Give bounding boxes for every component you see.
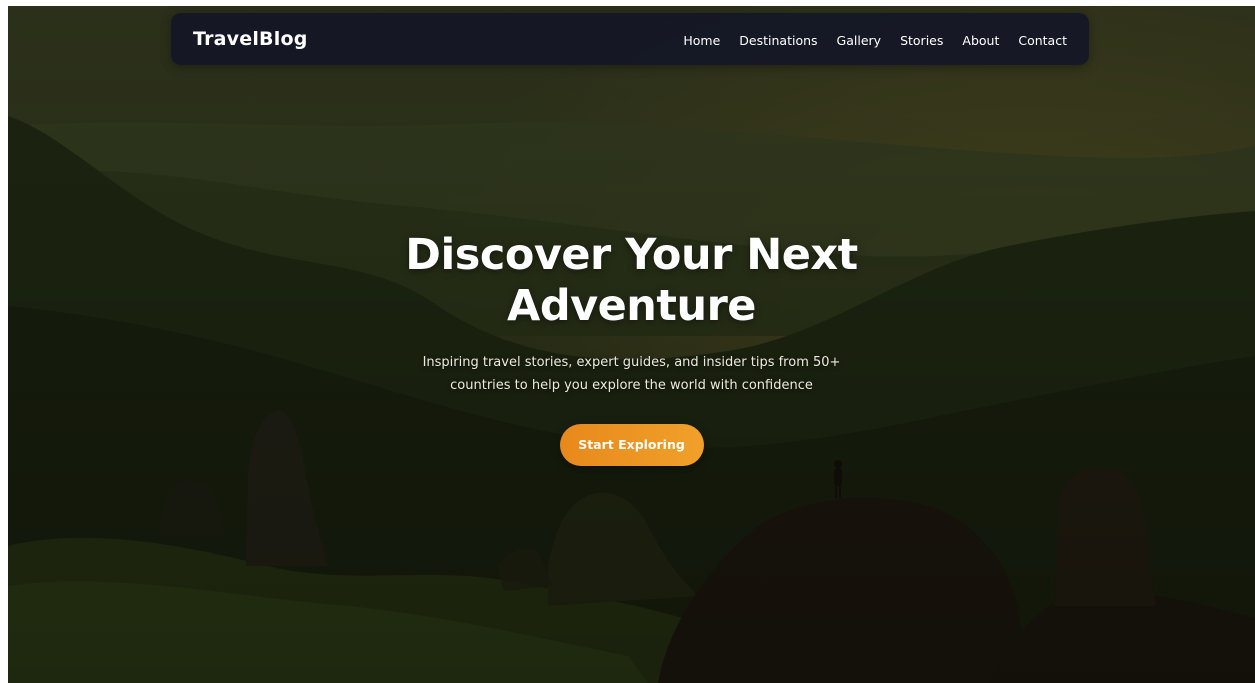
hero-title-line-2: Adventure [507,281,756,331]
nav-link-stories[interactable]: Stories [900,33,943,48]
hero-content: Discover Your Next Adventure Inspiring t… [8,230,1255,466]
nav-item-contact: Contact [1018,30,1067,49]
hero-title-line-1: Discover Your Next [405,230,858,280]
brand-logo-link[interactable]: TravelBlog [193,28,308,50]
nav-link-home[interactable]: Home [683,33,720,48]
nav-item-stories: Stories [900,30,943,49]
top-navbar: TravelBlog Home Destinations Gallery Sto… [171,13,1089,65]
nav-link-destinations[interactable]: Destinations [739,33,817,48]
hero-subtitle: Inspiring travel stories, expert guides,… [422,355,841,393]
nav-link-contact[interactable]: Contact [1018,33,1067,48]
nav-item-home: Home [683,30,720,49]
nav-item-about: About [962,30,999,49]
nav-item-destinations: Destinations [739,30,817,49]
nav-link-gallery[interactable]: Gallery [837,33,882,48]
nav-link-about[interactable]: About [962,33,999,48]
hero-section: TravelBlog Home Destinations Gallery Sto… [8,6,1255,683]
hero-title: Discover Your Next Adventure [352,230,912,332]
nav-item-gallery: Gallery [837,30,882,49]
page: TravelBlog Home Destinations Gallery Sto… [0,0,1255,683]
nav-links: Home Destinations Gallery Stories About … [683,30,1067,49]
start-exploring-button[interactable]: Start Exploring [559,424,704,466]
